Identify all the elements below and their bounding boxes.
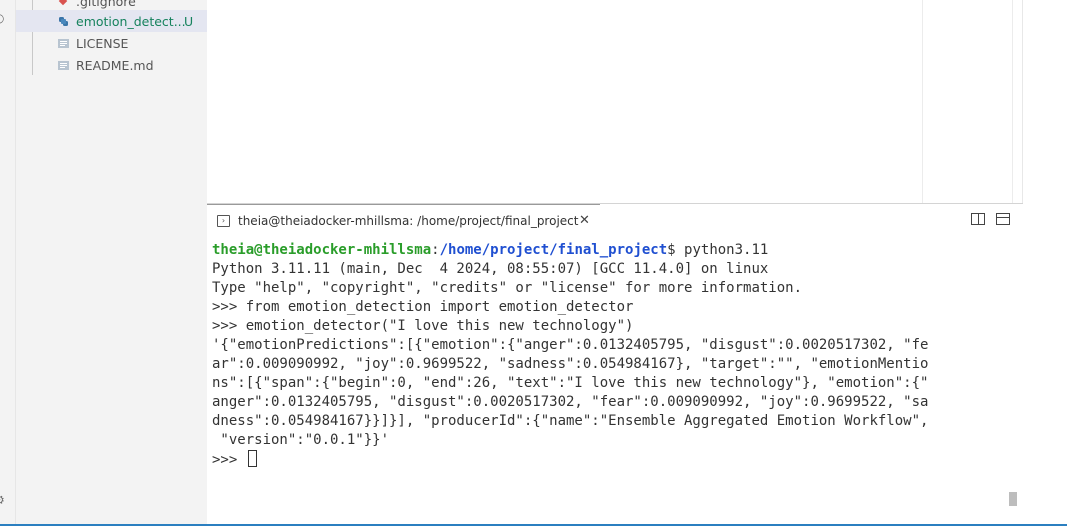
activity-bar: ◐ ⚙: [0, 0, 16, 526]
account-icon[interactable]: ◐: [0, 12, 6, 24]
tree-item-emotion-detection[interactable]: emotion_detect... U: [16, 10, 207, 32]
prompt-separator: :: [431, 242, 440, 258]
terminal-cursor: [247, 450, 257, 467]
tab-label: theia@theiadocker-mhillsma: /home/projec…: [238, 214, 579, 228]
minimap-divider: [922, 0, 923, 203]
file-name: .gitignore: [76, 0, 136, 9]
file-name: emotion_detect...: [76, 13, 186, 29]
file-lines-icon: [57, 59, 69, 71]
editor-scrollbar-track: [1012, 0, 1013, 203]
editor-area[interactable]: [207, 0, 1023, 203]
repl-prompt: >>>: [212, 452, 246, 468]
terminal-line: Type "help", "copyright", "credits" or "…: [212, 280, 803, 296]
terminal-output[interactable]: theia@theiadocker-mhillsma:/home/project…: [212, 241, 1017, 470]
terminal-line: >>> emotion_detector("I love this new te…: [212, 318, 634, 334]
maximize-panel-icon[interactable]: [996, 213, 1010, 225]
git-diamond-icon: [57, 0, 69, 7]
tab-terminal[interactable]: › theia@theiadocker-mhillsma: /home/proj…: [207, 204, 600, 235]
terminal-line: '{"emotionPredictions":[{"emotion":{"ang…: [212, 337, 929, 353]
split-terminal-icon[interactable]: [971, 213, 985, 225]
terminal-scrollbar-thumb[interactable]: [1009, 492, 1017, 506]
file-name: README.md: [76, 57, 154, 73]
tree-item-license[interactable]: LICENSE: [16, 32, 207, 54]
settings-gear-icon[interactable]: ⚙: [0, 494, 6, 506]
tree-item-readme[interactable]: README.md: [16, 54, 207, 76]
prompt-command: $ python3.11: [667, 242, 769, 258]
terminal-panel: › theia@theiadocker-mhillsma: /home/proj…: [207, 203, 1023, 524]
terminal-icon: ›: [217, 215, 230, 227]
file-explorer: .gitignore emotion_detect... U LICENSE R…: [16, 0, 207, 524]
prompt-path: /home/project/final_project: [439, 242, 668, 258]
file-lines-icon: [57, 37, 69, 49]
terminal-line: "version":"0.0.1"}}': [212, 432, 390, 448]
file-name: LICENSE: [76, 35, 129, 51]
prompt-line: theia@theiadocker-mhillsma:/home/project…: [212, 241, 1017, 260]
input-line[interactable]: >>>: [212, 450, 1017, 470]
terminal-line: ar":0.009090992, "joy":0.9699522, "sadne…: [212, 356, 929, 372]
close-icon[interactable]: ✕: [579, 213, 590, 228]
prompt-user: theia@theiadocker-mhillsma: [212, 242, 432, 258]
terminal-line: dness":0.054984167}}]}], "producerId":{"…: [212, 413, 929, 429]
git-status-badge: U: [184, 13, 194, 29]
python-icon: [57, 15, 69, 27]
terminal-line: Python 3.11.11 (main, Dec 4 2024, 08:55:…: [212, 261, 769, 277]
terminal-line: >>> from emotion_detection import emotio…: [212, 299, 634, 315]
right-gutter: [1022, 0, 1067, 526]
panel-tab-bar: › theia@theiadocker-mhillsma: /home/proj…: [207, 204, 1023, 235]
terminal-line: ns":[{"span":{"begin":0, "end":26, "text…: [212, 375, 929, 391]
terminal-line: anger":0.0132405795, "disgust":0.0020517…: [212, 394, 929, 410]
